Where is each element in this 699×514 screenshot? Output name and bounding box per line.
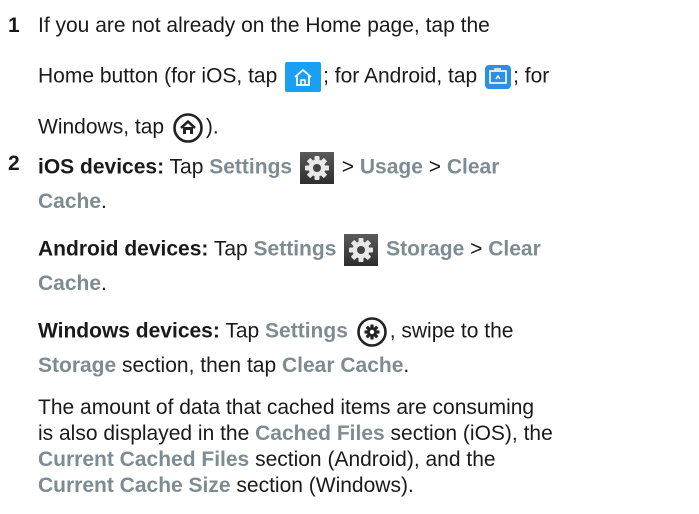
note-line-3: Current Cached Files section (Android), … — [38, 448, 496, 471]
note-line-4: Current Cache Size section (Windows). — [38, 474, 414, 497]
help-page: 1 If you are not already on the Home pag… — [0, 0, 699, 514]
ios-instruction: iOS devices: Tap Settings > Usage > Clea… — [38, 152, 499, 184]
windows-instruction: Windows devices: Tap Settings , swipe to… — [38, 316, 513, 348]
note-line-2: is also displayed in the Cached Files se… — [38, 422, 553, 445]
home-icon — [172, 112, 204, 144]
windows-instruction-cont: Storage section, then tap Clear Cache. — [38, 354, 410, 377]
step-1-line-1: If you are not already on the Home page,… — [38, 14, 490, 37]
android-instruction-cont: Cache. — [38, 272, 107, 295]
android-instruction: Android devices: Tap Settings Storage > … — [38, 234, 541, 266]
ios-instruction-cont: Cache. — [38, 190, 107, 213]
gear-icon — [299, 152, 334, 184]
home-icon — [485, 65, 512, 89]
note-line-1: The amount of data that cached items are… — [38, 396, 535, 419]
step-1-line-2: Home button (for iOS, tap ; for Android,… — [38, 62, 549, 92]
home-icon — [285, 62, 322, 92]
step-number: 2 — [8, 152, 20, 175]
gear-icon — [344, 234, 379, 266]
step-number: 1 — [8, 14, 20, 37]
step-1-line-3: Windows, tap ). — [38, 112, 219, 144]
gear-icon — [356, 316, 388, 348]
